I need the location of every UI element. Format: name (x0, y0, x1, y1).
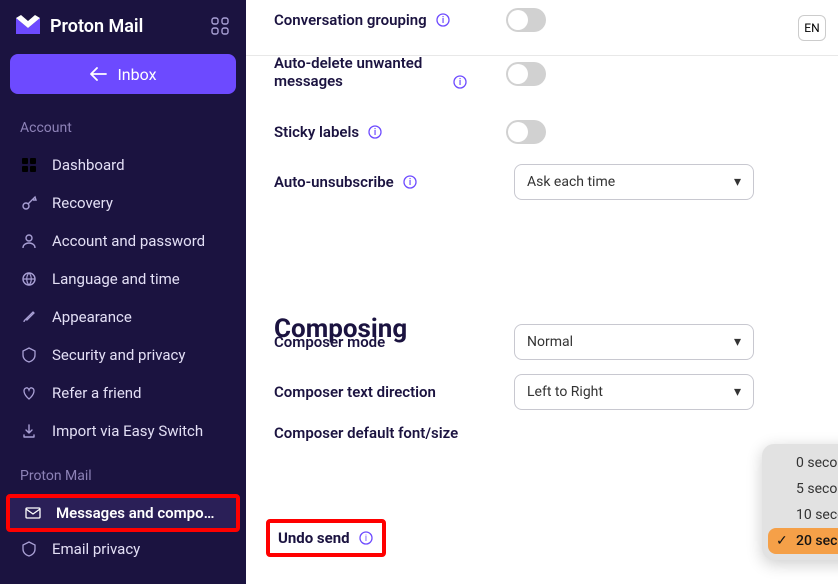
conversation-grouping-toggle[interactable] (506, 8, 546, 32)
key-icon (20, 194, 38, 212)
inbox-label: Inbox (117, 65, 156, 84)
composer-font-label: Composer default font/size (274, 424, 458, 442)
chevron-down-icon: ▾ (734, 334, 741, 350)
proton-logo[interactable]: Proton Mail (14, 12, 143, 40)
sidebar-item-label: Recovery (52, 194, 226, 212)
sidebar-item-dashboard[interactable]: Dashboard (0, 146, 246, 184)
info-icon[interactable]: i (402, 174, 418, 190)
conversation-grouping-label: Conversation grouping (274, 11, 427, 29)
sidebar-header: Proton Mail (0, 12, 246, 54)
account-section-label: Account (0, 112, 246, 146)
undo-send-dropdown: 0 seconds 5 seconds 10 seconds 20 second… (762, 444, 838, 560)
globe-icon (20, 270, 38, 288)
brush-icon (20, 308, 38, 326)
protonmail-section-label: Proton Mail (0, 460, 246, 494)
auto-unsubscribe-label: Auto-unsubscribe (274, 173, 394, 191)
dropdown-option-10s[interactable]: 10 seconds (768, 502, 838, 528)
dropdown-option-0s[interactable]: 0 seconds (768, 450, 838, 476)
composer-text-dir-label: Composer text direction (274, 383, 436, 401)
sidebar-item-account-password[interactable]: Account and password (0, 222, 246, 260)
inbox-button[interactable]: Inbox (10, 54, 236, 94)
dropdown-option-5s[interactable]: 5 seconds (768, 476, 838, 502)
import-icon (20, 422, 38, 440)
sidebar-item-recovery[interactable]: Recovery (0, 184, 246, 222)
app-name: Proton Mail (50, 16, 143, 37)
chevron-down-icon: ▾ (734, 174, 741, 190)
user-icon (20, 232, 38, 250)
arrow-left-icon (89, 67, 107, 81)
sidebar-item-appearance[interactable]: Appearance (0, 298, 246, 336)
sidebar-item-label: Account and password (52, 232, 226, 250)
heart-icon (20, 384, 38, 402)
dropdown-option-20s[interactable]: 20 seconds (768, 528, 838, 554)
info-icon[interactable]: i (367, 124, 383, 140)
svg-text:i: i (409, 178, 411, 188)
sidebar-item-label: Security and privacy (52, 346, 226, 364)
undo-send-label: Undo send (278, 529, 350, 547)
chevron-down-icon: ▾ (734, 384, 741, 400)
composer-mode-select[interactable]: Normal ▾ (514, 324, 754, 360)
info-icon[interactable]: i (358, 530, 374, 546)
sidebar: Proton Mail Inbox Account Dashboard Reco… (0, 0, 246, 584)
select-value: Ask each time (527, 174, 615, 190)
composer-mode-label: Composer mode (274, 333, 385, 351)
svg-text:i: i (442, 16, 444, 26)
sidebar-item-security[interactable]: Security and privacy (0, 336, 246, 374)
sidebar-item-label: Refer a friend (52, 384, 226, 402)
shield-icon (20, 346, 38, 364)
envelope-icon (24, 504, 42, 522)
dashboard-icon (20, 156, 38, 174)
sidebar-item-email-privacy[interactable]: Email privacy (0, 532, 246, 568)
undo-send-row: Undo send i (266, 519, 386, 557)
svg-text:i: i (459, 78, 461, 88)
info-icon[interactable]: i (435, 12, 451, 28)
auto-delete-label: Auto-delete unwanted messages (274, 54, 444, 90)
sidebar-item-label: Language and time (52, 270, 226, 288)
sidebar-item-messages-composing[interactable]: Messages and compos… (6, 494, 240, 532)
app-switcher-icon[interactable] (208, 14, 232, 38)
language-badge[interactable]: EN (798, 15, 826, 41)
shield-icon (20, 540, 38, 558)
sidebar-item-label: Messages and compos… (56, 504, 222, 522)
sidebar-item-label: Email privacy (52, 540, 226, 558)
sticky-labels-label: Sticky labels (274, 123, 359, 141)
sidebar-item-import[interactable]: Import via Easy Switch (0, 412, 246, 450)
sticky-labels-toggle[interactable] (506, 120, 546, 144)
main-panel: EN Conversation grouping i Auto-delete u… (246, 0, 838, 584)
composer-text-dir-select[interactable]: Left to Right ▾ (514, 374, 754, 410)
sidebar-item-label: Dashboard (52, 156, 226, 174)
proton-mail-icon (14, 12, 42, 40)
svg-text:i: i (374, 128, 376, 138)
select-value: Normal (527, 334, 573, 350)
auto-unsubscribe-select[interactable]: Ask each time ▾ (514, 164, 754, 200)
select-value: Left to Right (527, 384, 603, 400)
svg-text:i: i (365, 534, 367, 544)
sidebar-item-label: Import via Easy Switch (52, 422, 226, 440)
info-icon[interactable]: i (452, 74, 468, 90)
auto-delete-toggle[interactable] (506, 62, 546, 86)
sidebar-item-label: Appearance (52, 308, 226, 326)
sidebar-item-language-time[interactable]: Language and time (0, 260, 246, 298)
sidebar-item-refer[interactable]: Refer a friend (0, 374, 246, 412)
